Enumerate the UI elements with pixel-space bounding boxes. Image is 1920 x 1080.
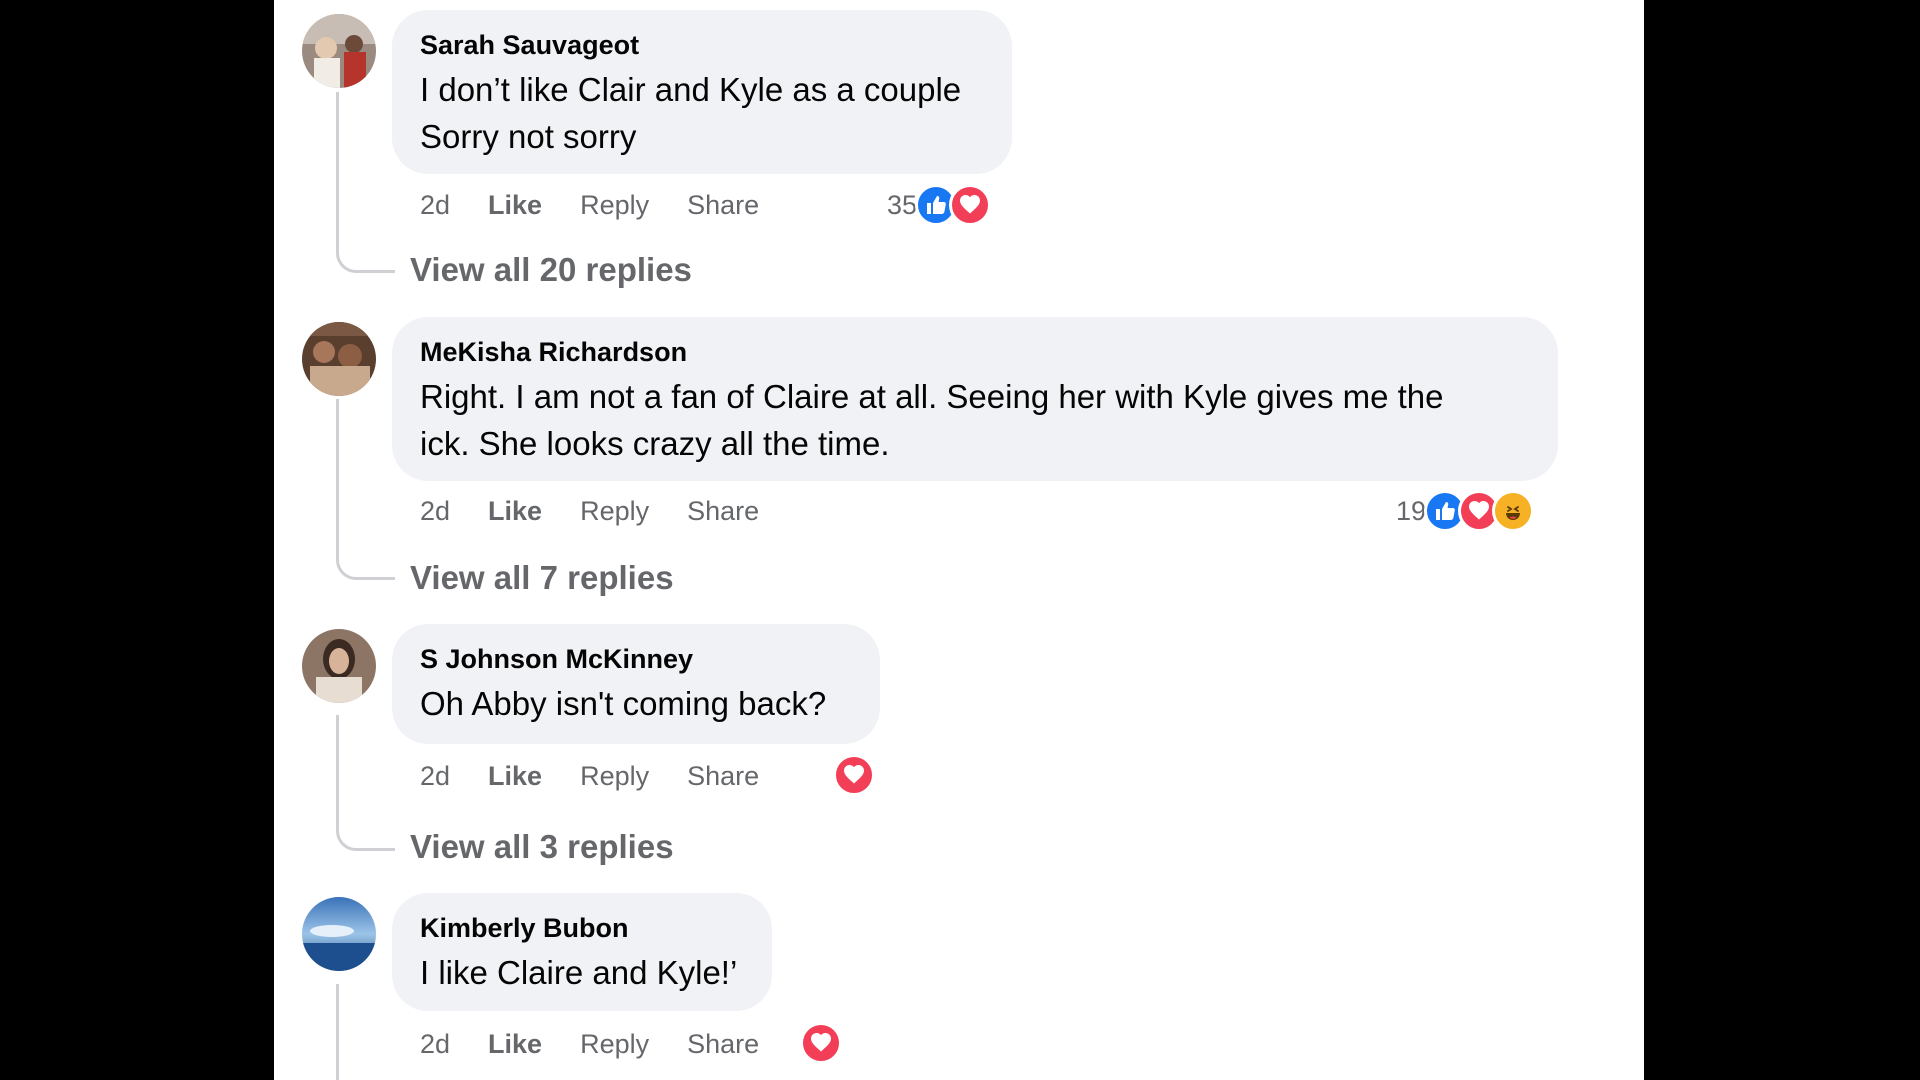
reaction-count: 19 (1396, 495, 1427, 526)
comment-author[interactable]: S Johnson McKinney (420, 642, 852, 676)
love-icon (833, 754, 875, 796)
share-button[interactable]: Share (687, 496, 759, 527)
like-button[interactable]: Like (488, 190, 542, 221)
view-replies-link[interactable]: View all 7 replies (410, 558, 674, 598)
comment-bubble: MeKisha Richardson Right. I am not a fan… (392, 317, 1558, 481)
comment-actions: 2d Like Reply Share (420, 1024, 797, 1064)
love-icon (949, 184, 992, 226)
comment-author[interactable]: MeKisha Richardson (420, 335, 1530, 369)
comment-text: Right. I am not a fan of Claire at all. … (420, 378, 1444, 415)
comment-author[interactable]: Sarah Sauvageot (420, 28, 984, 62)
reply-button[interactable]: Reply (580, 496, 649, 527)
comment-timestamp[interactable]: 2d (420, 190, 450, 221)
avatar[interactable] (302, 322, 376, 396)
reaction-summary[interactable]: 35 (887, 183, 992, 227)
comment-bubble: Sarah Sauvageot I don’t like Clair and K… (392, 10, 1012, 174)
like-button[interactable]: Like (488, 761, 542, 792)
reaction-summary[interactable] (800, 1021, 842, 1065)
avatar[interactable] (302, 629, 376, 703)
like-button[interactable]: Like (488, 1029, 542, 1060)
thread-line (336, 399, 339, 549)
share-button[interactable]: Share (687, 761, 759, 792)
comment-timestamp[interactable]: 2d (420, 1029, 450, 1060)
comment-timestamp[interactable]: 2d (420, 496, 450, 527)
reaction-summary[interactable] (833, 753, 875, 797)
comment-text: ick. She looks crazy all the time. (420, 425, 890, 462)
comment-bubble: Kimberly Bubon I like Claire and Kyle!’ (392, 893, 772, 1011)
share-button[interactable]: Share (687, 190, 759, 221)
comment-text: I don’t like Clair and Kyle as a couple (420, 71, 962, 108)
haha-icon (1492, 490, 1535, 532)
love-icon (800, 1022, 842, 1064)
reply-button[interactable]: Reply (580, 1029, 649, 1060)
reply-thread-connector (336, 820, 395, 851)
reply-button[interactable]: Reply (580, 190, 649, 221)
like-button[interactable]: Like (488, 496, 542, 527)
thread-line (336, 92, 339, 242)
comment-text: I like Claire and Kyle!’ (420, 954, 738, 991)
share-button[interactable]: Share (687, 1029, 759, 1060)
comment-author[interactable]: Kimberly Bubon (420, 911, 744, 945)
comment-text: Oh Abby isn't coming back? (420, 685, 827, 722)
thread-line (336, 715, 339, 820)
reaction-count: 35 (887, 189, 918, 220)
comment-actions: 2d Like Reply Share (420, 756, 797, 796)
comment-actions: 2d Like Reply Share (420, 491, 797, 531)
avatar[interactable] (302, 14, 376, 88)
comment-bubble: S Johnson McKinney Oh Abby isn't coming … (392, 624, 880, 744)
reaction-summary[interactable]: 19 (1396, 489, 1535, 533)
thread-line (336, 984, 339, 1080)
comment-timestamp[interactable]: 2d (420, 761, 450, 792)
reply-thread-connector (336, 242, 395, 273)
reply-thread-connector (336, 549, 395, 580)
avatar[interactable] (302, 897, 376, 971)
comment-text: Sorry not sorry (420, 118, 637, 155)
reply-button[interactable]: Reply (580, 761, 649, 792)
view-replies-link[interactable]: View all 20 replies (410, 250, 692, 290)
view-replies-link[interactable]: View all 3 replies (410, 827, 674, 867)
comments-panel: Sarah Sauvageot I don’t like Clair and K… (274, 0, 1644, 1080)
comment-actions: 2d Like Reply Share (420, 185, 797, 225)
